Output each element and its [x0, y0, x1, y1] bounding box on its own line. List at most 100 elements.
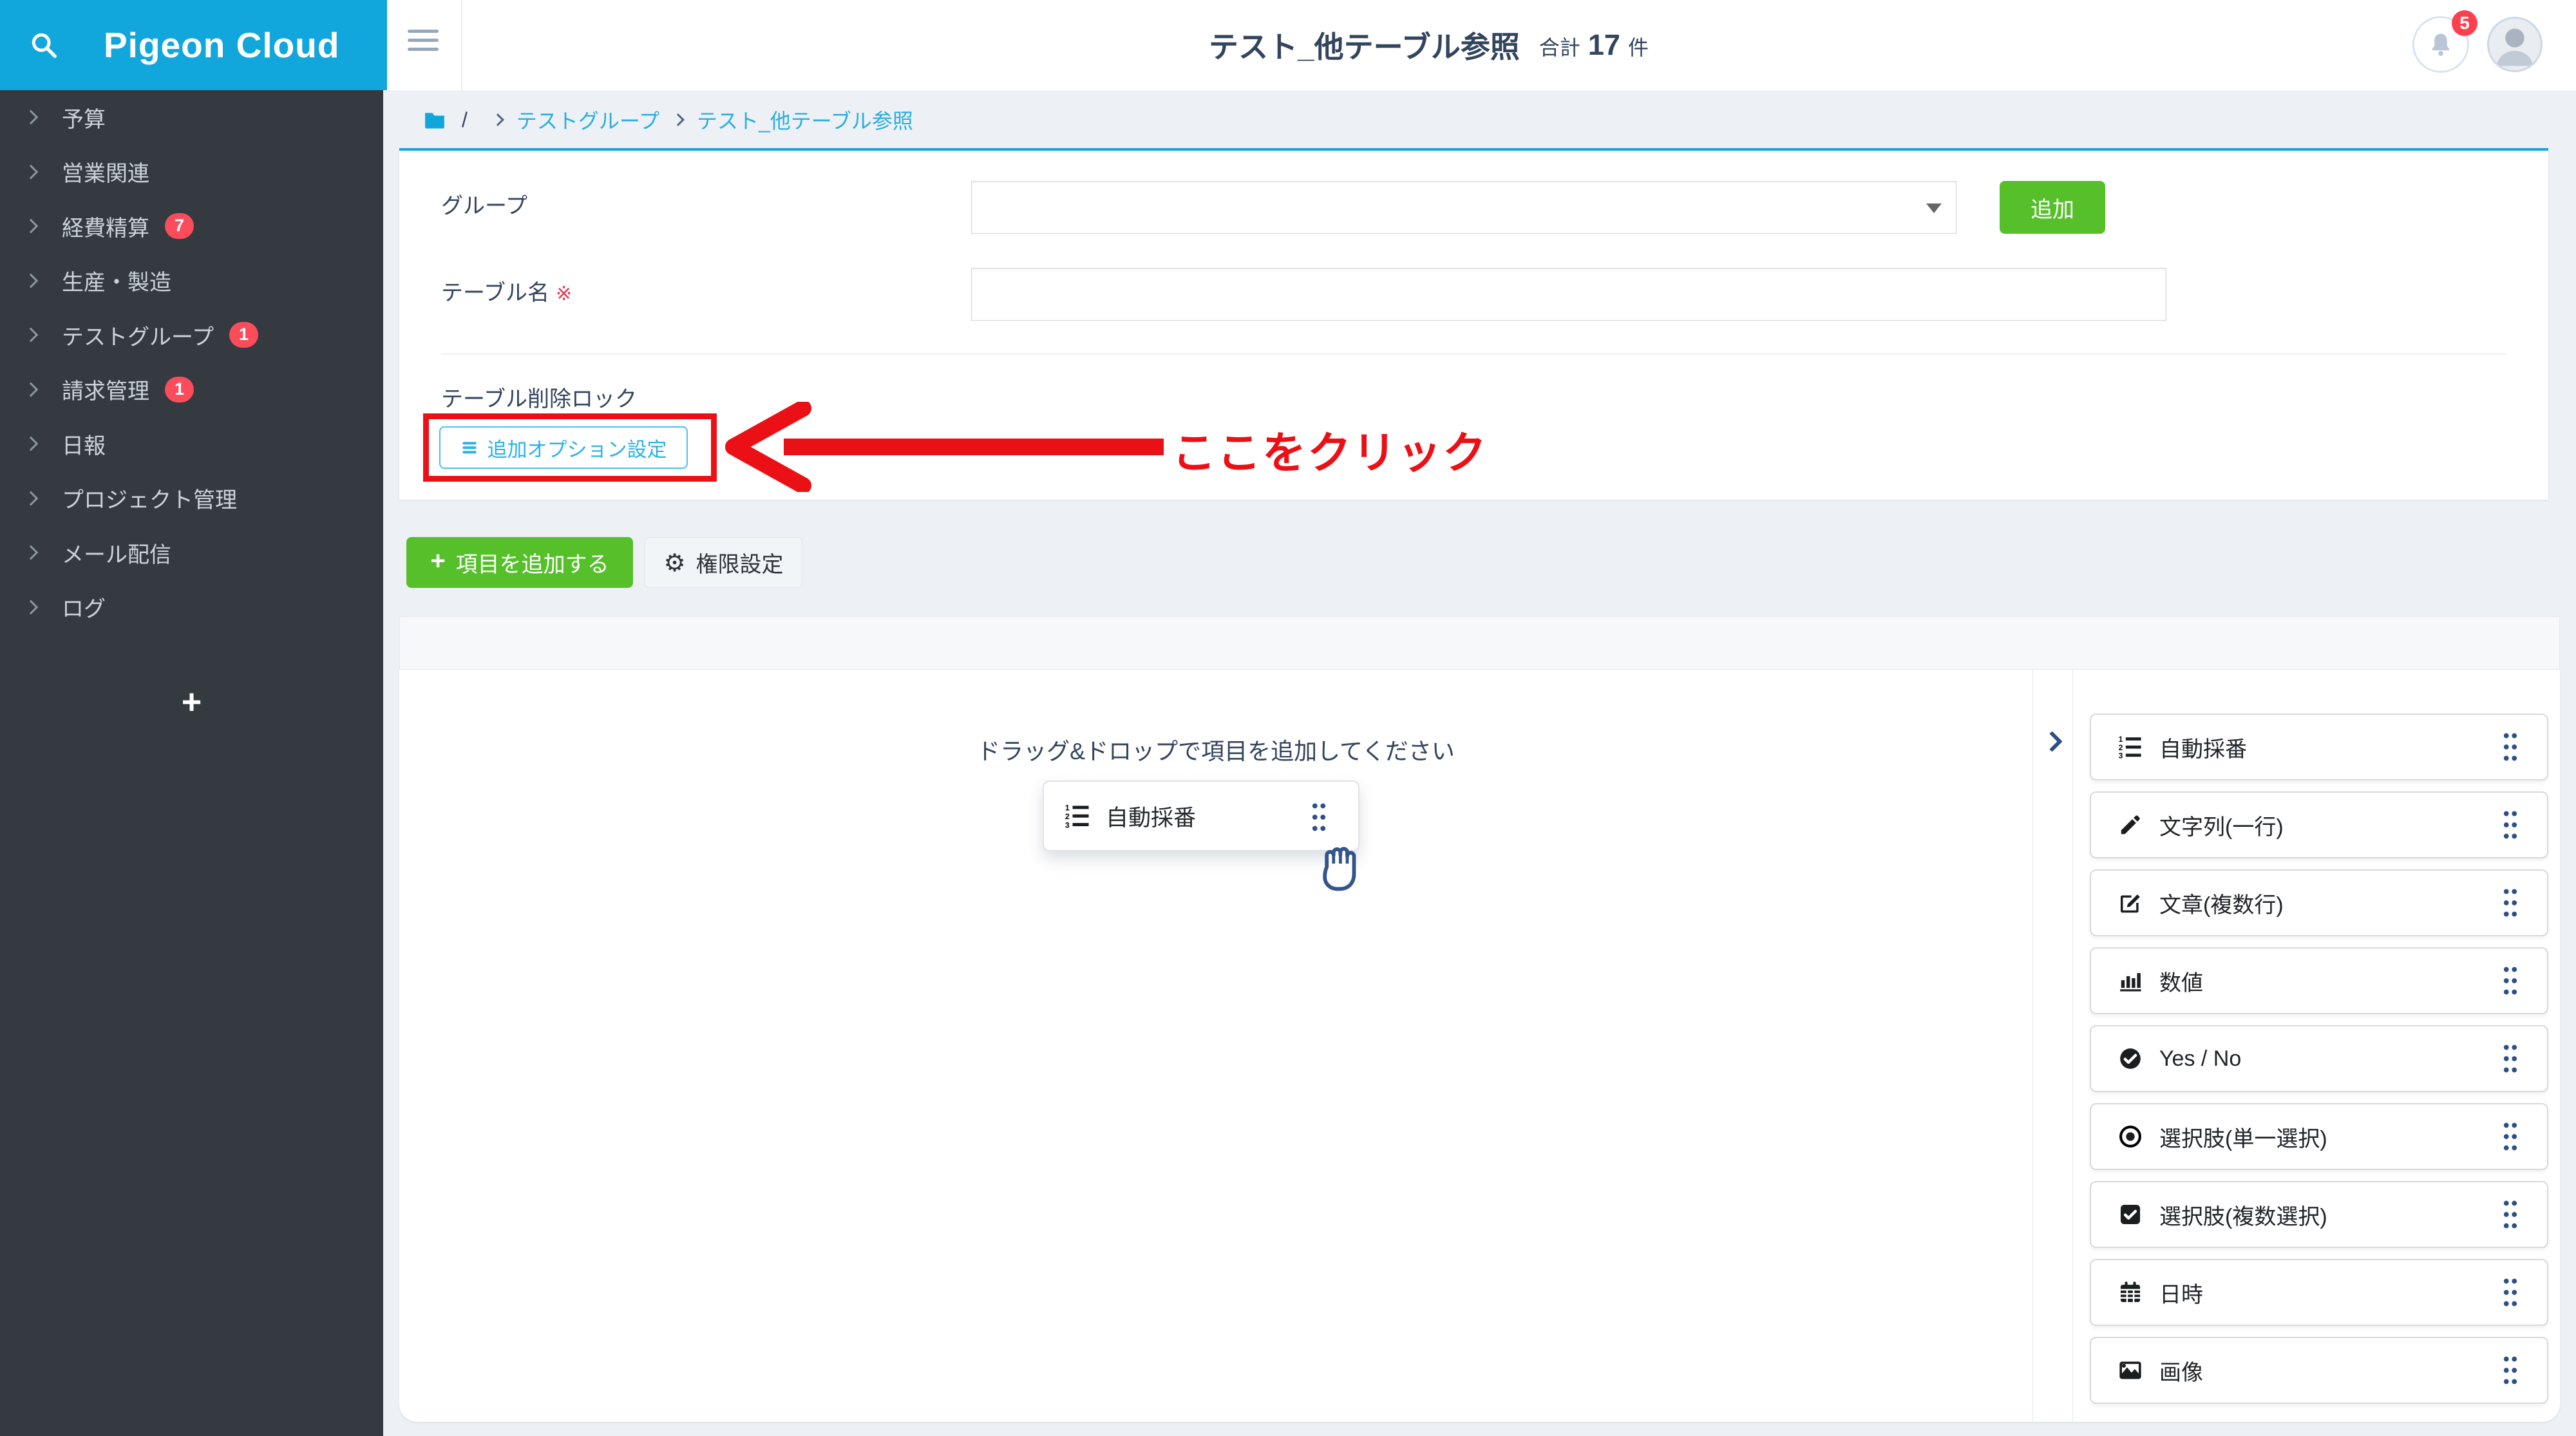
chevron-right-icon — [24, 437, 39, 451]
breadcrumb: / テストグループ テスト_他テーブル参照 — [383, 90, 2576, 149]
chevron-right-icon — [24, 328, 39, 343]
table-settings-card: グループ 追加 テーブル名※ テーブル削除ロック 追加オプション設定 ここをクリ… — [399, 148, 2548, 500]
drag-handle-icon[interactable] — [2501, 809, 2520, 840]
chevron-right-icon — [24, 273, 39, 288]
dragging-field-card[interactable]: 自動採番 — [1043, 780, 1359, 851]
sidebar-item-label: 営業関連 — [62, 156, 149, 187]
add-field-label: 項目を追加する — [456, 547, 609, 578]
add-field-button[interactable]: + 項目を追加する — [406, 537, 633, 588]
sidebar-item-log[interactable]: ログ — [0, 580, 383, 635]
page-title-group: テスト_他テーブル参照 合計 17 件 — [1209, 0, 1649, 90]
sidebar-item-nippo[interactable]: 日報 — [0, 417, 383, 471]
chevron-right-icon — [24, 110, 39, 125]
extra-options-button[interactable]: 追加オプション設定 — [439, 426, 688, 469]
palette-item-label: 日時 — [2159, 1277, 2203, 1308]
palette-item-label: 数値 — [2159, 965, 2203, 997]
palette-item-label: 選択肢(単一選択) — [2159, 1121, 2327, 1153]
dropdown-caret-icon — [1926, 203, 1942, 213]
sidebar-item-seikyu[interactable]: 請求管理1 — [0, 363, 383, 417]
notifications-button[interactable]: 5 — [2412, 16, 2469, 73]
palette-item-datetime[interactable]: 日時 — [2090, 1259, 2548, 1326]
palette-item-label: 文字列(一行) — [2159, 809, 2284, 841]
drag-handle-icon[interactable] — [2501, 1121, 2520, 1152]
chevron-right-icon — [24, 545, 39, 560]
drag-handle-icon[interactable] — [2501, 1277, 2520, 1308]
palette-item-yesno[interactable]: Yes / No — [2090, 1025, 2548, 1092]
drag-handle-icon[interactable] — [2501, 1043, 2520, 1074]
annotation-arrow — [724, 402, 1175, 492]
drag-handle-icon[interactable] — [2501, 732, 2520, 762]
palette-item-autonumber[interactable]: 自動採番 — [2090, 713, 2548, 780]
chevron-right-icon — [2041, 731, 2063, 752]
app-root: Pigeon Cloud 予算 営業関連 経費精算7 生産・製造 テストグループ… — [0, 0, 2576, 1436]
image-icon — [2118, 1358, 2143, 1383]
sidebar-item-label: プロジェクト管理 — [62, 482, 237, 514]
user-avatar[interactable] — [2487, 17, 2543, 72]
bell-icon — [2427, 31, 2454, 58]
sidebar-item-project[interactable]: プロジェクト管理 — [0, 471, 383, 526]
palette-item-multi-choice[interactable]: 選択肢(複数選択) — [2090, 1181, 2548, 1248]
field-builder: ドラッグ&ドロップで項目を追加してください 自動採番 自動採番 文字列(一行) — [399, 670, 2560, 1422]
header-divider — [461, 0, 462, 90]
palette-item-label: 文章(複数行) — [2159, 887, 2284, 919]
permission-settings-button[interactable]: ⚙ 権限設定 — [645, 537, 802, 588]
folder-icon[interactable] — [422, 109, 448, 131]
palette-item-label: 選択肢(複数選択) — [2159, 1199, 2327, 1231]
sidebar-item-seisan[interactable]: 生産・製造 — [0, 254, 383, 308]
page-title: テスト_他テーブル参照 — [1209, 24, 1520, 66]
group-select[interactable] — [971, 181, 1956, 234]
builder-toolbar-strip — [399, 616, 2560, 670]
chevron-right-icon — [24, 600, 39, 614]
sidebar-item-label: 生産・製造 — [62, 265, 171, 296]
pencil-icon — [2118, 813, 2143, 837]
palette-item-number[interactable]: 数値 — [2090, 947, 2548, 1014]
palette-item-text-multi[interactable]: 文章(複数行) — [2090, 869, 2548, 936]
hamburger-menu-icon[interactable] — [408, 30, 439, 57]
sidebar-item-mail[interactable]: メール配信 — [0, 525, 383, 580]
bar-chart-icon — [2118, 968, 2143, 993]
drag-handle-icon[interactable] — [2501, 1355, 2520, 1386]
gear-icon: ⚙ — [663, 551, 685, 575]
table-name-input[interactable] — [971, 268, 2166, 321]
person-icon — [2489, 19, 2541, 70]
sidebar-item-keihi[interactable]: 経費精算7 — [0, 199, 383, 254]
breadcrumb-group-link[interactable]: テストグループ — [516, 105, 659, 135]
list-ol-icon — [2118, 735, 2143, 759]
breadcrumb-root[interactable]: / — [462, 108, 468, 132]
table-name-label-text: テーブル名 — [441, 281, 549, 305]
drag-handle-icon[interactable] — [2501, 965, 2520, 996]
plus-icon: + — [430, 547, 445, 576]
field-type-palette: 自動採番 文字列(一行) 文章(複数行) 数値 Yes / No — [2073, 670, 2560, 1422]
drag-handle-icon[interactable] — [2501, 1199, 2520, 1230]
dragging-field-label: 自動採番 — [1106, 800, 1196, 833]
sidebar-item-label: 請求管理 — [62, 373, 149, 405]
drop-zone[interactable]: ドラッグ&ドロップで項目を追加してください 自動採番 — [399, 670, 2033, 1422]
total-label: 合計 — [1539, 32, 1580, 61]
notification-badge: 5 — [2452, 10, 2477, 36]
top-header: テスト_他テーブル参照 合計 17 件 5 — [383, 0, 2576, 90]
group-add-button[interactable]: 追加 — [2000, 181, 2105, 234]
palette-item-label: 画像 — [2159, 1355, 2203, 1386]
check-circle-icon — [2118, 1046, 2143, 1071]
drag-handle-icon[interactable] — [1309, 802, 1329, 833]
search-icon[interactable] — [29, 30, 59, 60]
panel-collapse-handle[interactable] — [2033, 670, 2073, 1422]
table-name-label: テーブル名※ — [441, 275, 572, 307]
brand-header: Pigeon Cloud — [0, 0, 383, 90]
breadcrumb-current-link[interactable]: テスト_他テーブル参照 — [697, 105, 913, 135]
palette-item-single-choice[interactable]: 選択肢(単一選択) — [2090, 1103, 2548, 1170]
total-unit: 件 — [1628, 32, 1649, 61]
chevron-right-icon — [24, 164, 39, 179]
sidebar-item-eigyo[interactable]: 営業関連 — [0, 145, 383, 200]
add-table-button[interactable]: + — [0, 675, 383, 729]
drag-handle-icon[interactable] — [2501, 887, 2520, 918]
total-count-group: 合計 17 件 — [1539, 28, 1649, 62]
check-square-icon — [2118, 1202, 2143, 1227]
total-count: 17 — [1588, 28, 1620, 62]
sidebar-item-testgroup[interactable]: テストグループ1 — [0, 308, 383, 363]
palette-item-text-single[interactable]: 文字列(一行) — [2090, 791, 2548, 858]
sidebar-item-yosan[interactable]: 予算 — [0, 90, 383, 145]
annotation-click-here-text: ここをクリック — [1172, 417, 1488, 481]
list-ol-icon — [1065, 803, 1090, 829]
palette-item-image[interactable]: 画像 — [2090, 1337, 2548, 1404]
